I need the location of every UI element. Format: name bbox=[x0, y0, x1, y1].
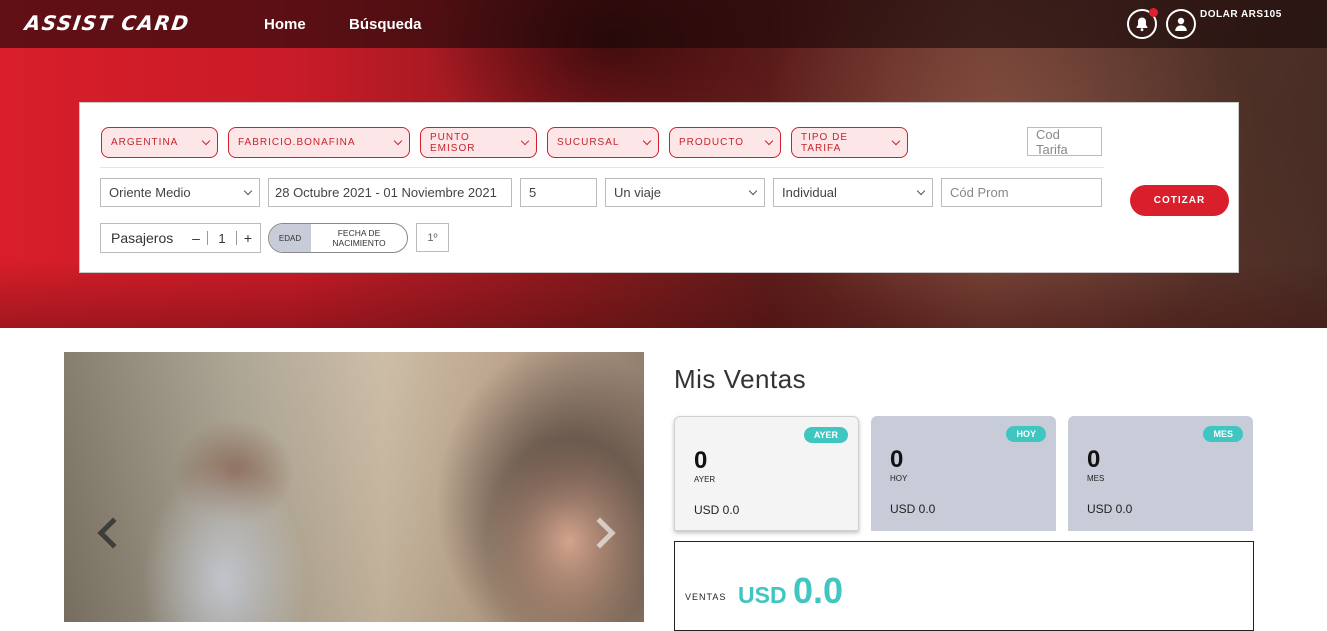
passenger-ordinal-input[interactable]: 1º bbox=[416, 223, 449, 252]
card-amount: USD 0.0 bbox=[890, 502, 936, 516]
country-select[interactable]: ARGENTINA bbox=[101, 127, 218, 158]
chevron-down-icon bbox=[642, 136, 652, 145]
card-count: 0 bbox=[1087, 446, 1101, 473]
passenger-decrement-button[interactable]: – bbox=[185, 230, 207, 246]
destination-select[interactable]: Oriente Medio bbox=[100, 178, 260, 207]
chevron-down-icon bbox=[916, 186, 926, 195]
chevron-down-icon bbox=[748, 186, 758, 195]
age-mode-toggle: EDAD FECHA DE NACIMIENTO bbox=[268, 223, 408, 253]
promo-code-input[interactable]: Cód Prom bbox=[941, 178, 1102, 207]
days-input[interactable]: 5 bbox=[520, 178, 597, 207]
card-label: MES bbox=[1087, 474, 1105, 483]
plan-type-select[interactable]: Individual bbox=[773, 178, 933, 207]
plan-type-value: Individual bbox=[782, 185, 837, 200]
passenger-count: 1 bbox=[218, 230, 226, 246]
carousel-image bbox=[64, 352, 644, 622]
nav-busqueda[interactable]: Búsqueda bbox=[349, 16, 422, 33]
passenger-increment-button[interactable]: + bbox=[237, 230, 259, 246]
fecha-nacimiento-option[interactable]: FECHA DE NACIMIENTO bbox=[311, 224, 407, 252]
chevron-down-icon bbox=[891, 136, 901, 145]
edad-option[interactable]: EDAD bbox=[269, 224, 311, 252]
sales-card-ayer[interactable]: AYER 0 AYER USD 0.0 bbox=[674, 416, 859, 531]
notifications-button[interactable] bbox=[1127, 8, 1158, 39]
tipo-tarifa-label: TIPO DE TARIFA bbox=[801, 131, 849, 154]
destination-value: Oriente Medio bbox=[109, 185, 191, 200]
sales-card-mes[interactable]: MES 0 MES USD 0.0 bbox=[1068, 416, 1253, 531]
nav-home[interactable]: Home bbox=[264, 16, 306, 33]
date-range-input[interactable]: 28 Octubre 2021 - 01 Noviembre 2021 bbox=[268, 178, 512, 207]
trip-type-value: Un viaje bbox=[614, 185, 661, 200]
sucursal-select[interactable]: SUCURSAL bbox=[547, 127, 659, 158]
tipo-tarifa-select[interactable]: TIPO DE TARIFA bbox=[791, 127, 908, 158]
dolar-rate: DOLAR ARS105 bbox=[1200, 9, 1282, 20]
card-amount: USD 0.0 bbox=[1087, 502, 1133, 516]
top-navbar: ASSIST CARD Home Búsqueda DOLAR ARS105 bbox=[0, 0, 1327, 48]
card-badge: MES bbox=[1203, 426, 1243, 442]
chevron-down-icon bbox=[520, 136, 530, 145]
assist-card-logo[interactable]: ASSIST CARD bbox=[23, 11, 191, 35]
card-amount: USD 0.0 bbox=[694, 503, 740, 517]
ventas-total-value: 0.0 bbox=[793, 570, 844, 611]
cotizar-button[interactable]: COTIZAR bbox=[1130, 185, 1229, 216]
user-select[interactable]: FABRICIO.BONAFINA bbox=[228, 127, 410, 158]
card-badge: HOY bbox=[1006, 426, 1046, 442]
ventas-total-label: VENTAS bbox=[685, 592, 727, 602]
days-value: 5 bbox=[529, 185, 537, 200]
punto-emisor-select[interactable]: PUNTO EMISOR bbox=[420, 127, 537, 158]
card-count: 0 bbox=[890, 446, 904, 473]
chevron-down-icon bbox=[393, 136, 403, 145]
chevron-down-icon bbox=[764, 136, 774, 145]
card-label: HOY bbox=[890, 474, 908, 483]
ventas-total-currency: USD bbox=[738, 582, 787, 608]
chevron-down-icon bbox=[201, 136, 211, 145]
cod-tarifa-input[interactable]: Cod Tarifa bbox=[1027, 126, 1102, 157]
promo-code-placeholder: Cód Prom bbox=[950, 185, 1009, 200]
user-icon bbox=[1175, 17, 1187, 31]
quote-search-panel: ARGENTINA FABRICIO.BONAFINA PUNTO EMISOR… bbox=[79, 102, 1239, 273]
bell-icon bbox=[1136, 17, 1148, 32]
notification-dot bbox=[1149, 8, 1158, 17]
sales-card-hoy[interactable]: HOY 0 HOY USD 0.0 bbox=[871, 416, 1056, 531]
mis-ventas-title: Mis Ventas bbox=[674, 364, 807, 394]
card-label: AYER bbox=[694, 475, 716, 484]
cod-tarifa-placeholder: Cod Tarifa bbox=[1036, 126, 1068, 157]
sucursal-label: SUCURSAL bbox=[557, 137, 620, 148]
trip-type-select[interactable]: Un viaje bbox=[605, 178, 765, 207]
producto-select[interactable]: PRODUCTO bbox=[669, 127, 781, 158]
ventas-total-box: VENTAS USD 0.0 bbox=[674, 541, 1254, 631]
promo-carousel bbox=[64, 352, 644, 622]
passenger-stepper: Pasajeros – 1 + bbox=[100, 223, 261, 253]
card-badge: AYER bbox=[803, 427, 848, 443]
user-select-label: FABRICIO.BONAFINA bbox=[238, 137, 356, 148]
country-select-label: ARGENTINA bbox=[111, 137, 179, 148]
passenger-label: Pasajeros bbox=[111, 230, 174, 246]
chevron-down-icon bbox=[243, 186, 253, 195]
panel-divider bbox=[100, 167, 1104, 168]
user-menu-button[interactable] bbox=[1166, 9, 1196, 39]
card-count: 0 bbox=[694, 447, 708, 474]
date-range-value: 28 Octubre 2021 - 01 Noviembre 2021 bbox=[275, 185, 497, 200]
punto-emisor-label: PUNTO EMISOR bbox=[430, 131, 476, 154]
producto-label: PRODUCTO bbox=[679, 137, 745, 148]
